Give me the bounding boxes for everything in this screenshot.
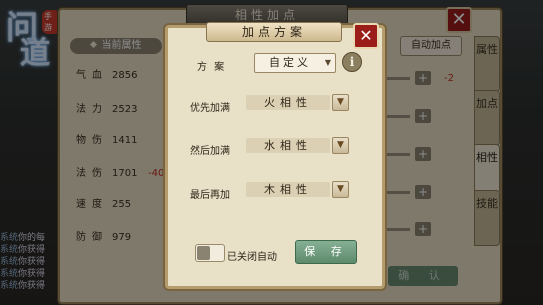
chevron-down-icon[interactable]: ▼ (332, 181, 349, 198)
priority-3-label: 最后再加 (190, 190, 230, 201)
auto-toggle[interactable] (195, 244, 225, 262)
save-button[interactable]: 保 存 (295, 240, 357, 264)
dialog-title: 加点方案 (206, 22, 342, 42)
auto-toggle-label: 已关闭自动 (227, 252, 277, 263)
toggle-knob (197, 246, 210, 260)
priority-1-label: 优先加满 (190, 103, 230, 114)
scheme-select[interactable]: 自定义 ▼ (254, 53, 336, 73)
chevron-down-icon[interactable]: ▼ (332, 94, 349, 111)
chevron-down-icon[interactable]: ▼ (332, 137, 349, 154)
priority-2-label: 然后加满 (190, 146, 230, 157)
scheme-label: 方 案 (197, 62, 227, 73)
priority-2-value: 水相性 (246, 138, 330, 153)
priority-1-value: 火相性 (246, 95, 330, 110)
info-icon[interactable]: i (342, 52, 362, 72)
priority-3-value: 木相性 (246, 182, 330, 197)
dropdown-arrow-icon: ▼ (324, 58, 331, 67)
scheme-value: 自定义 (269, 56, 311, 69)
dialog-close-icon[interactable]: ✕ (353, 23, 379, 49)
